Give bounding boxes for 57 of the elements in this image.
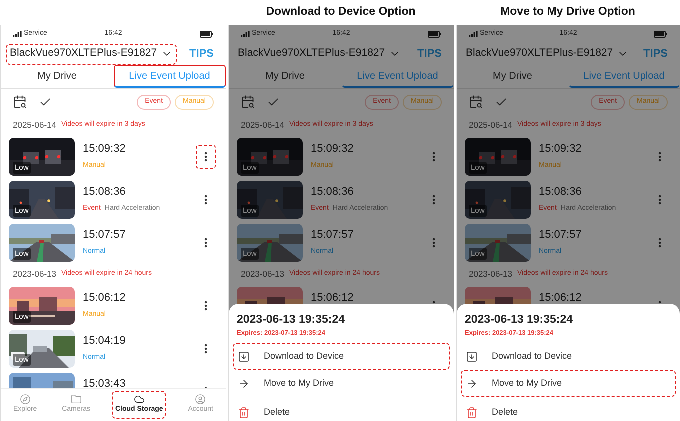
date-label: 2025-06-14: [13, 118, 56, 132]
sheet-option[interactable]: Move to My Drive: [233, 370, 450, 397]
sheet-option[interactable]: Delete: [461, 399, 676, 421]
sheet-title: 2023-06-13 19:35:24: [464, 313, 574, 328]
clip-time: 15:09:32: [83, 142, 127, 157]
clip-time: 15:08:36: [539, 185, 583, 200]
calendar-search-icon[interactable]: [13, 95, 27, 109]
sheet-option[interactable]: Download to Device: [461, 343, 676, 370]
tab[interactable]: My Drive: [229, 65, 342, 88]
device-selector[interactable]: BlackVue970XLTEPlus-E91827: [234, 44, 406, 64]
date-label: 2025-06-14: [469, 118, 512, 132]
clip-time: 15:07:57: [83, 228, 127, 243]
battery-icon: [428, 30, 442, 38]
battery-icon: [200, 30, 214, 38]
device-selector[interactable]: BlackVue970XLTEPlus-E91827: [462, 44, 634, 64]
download-icon: [238, 350, 250, 362]
signal-icon: [241, 31, 250, 37]
trash-icon: [466, 406, 478, 418]
clip-time: 15:06:12: [83, 291, 127, 306]
date-label: 2023-06-13: [241, 268, 284, 280]
arrow-right-icon: [466, 378, 478, 390]
signal-icon: [469, 31, 478, 37]
clip-time: 15:04:19: [83, 334, 127, 349]
date-label: 2023-06-13: [13, 268, 56, 280]
clip-time: 15:07:57: [311, 228, 355, 243]
calendar-search-icon[interactable]: [469, 95, 483, 109]
clip-time: 15:06:12: [311, 291, 355, 304]
download-icon: [466, 350, 478, 362]
clip-time: 15:08:36: [83, 185, 127, 200]
calendar-search-icon[interactable]: [241, 95, 255, 109]
tab[interactable]: My Drive: [1, 65, 114, 88]
clip-time: 15:07:57: [539, 228, 583, 243]
signal-icon: [13, 31, 22, 37]
account-icon: [195, 394, 206, 406]
clip-time: 15:03:43: [83, 377, 127, 388]
date-label: 2023-06-13: [469, 268, 512, 280]
sheet-option[interactable]: Move to My Drive: [461, 370, 676, 397]
sheet-title: 2023-06-13 19:35:24: [236, 313, 346, 328]
clip-time: 15:09:32: [539, 142, 583, 157]
cloud-icon: [134, 394, 145, 406]
tips-button[interactable]: TIPS: [190, 46, 214, 62]
tab[interactable]: Live Event Upload: [114, 65, 226, 88]
device-selector[interactable]: BlackVue970XLTEPlus-E91827: [6, 44, 178, 64]
date-label: 2025-06-14: [241, 118, 284, 132]
tab[interactable]: My Drive: [457, 65, 568, 88]
panel-caption: Download to Device Option: [266, 4, 416, 20]
clip-time: 15:06:12: [539, 291, 583, 304]
clip-time: 15:09:32: [311, 142, 355, 157]
battery-icon: [654, 30, 668, 38]
sheet-option[interactable]: Delete: [233, 399, 450, 421]
cameras-icon: [70, 394, 82, 406]
clip-time: 15:08:36: [311, 185, 355, 200]
arrow-right-icon: [238, 378, 250, 390]
sheet-option[interactable]: Download to Device: [233, 343, 450, 370]
explore-icon: [20, 394, 31, 406]
panel-caption: Move to My Drive Option: [500, 4, 636, 20]
trash-icon: [238, 406, 250, 418]
